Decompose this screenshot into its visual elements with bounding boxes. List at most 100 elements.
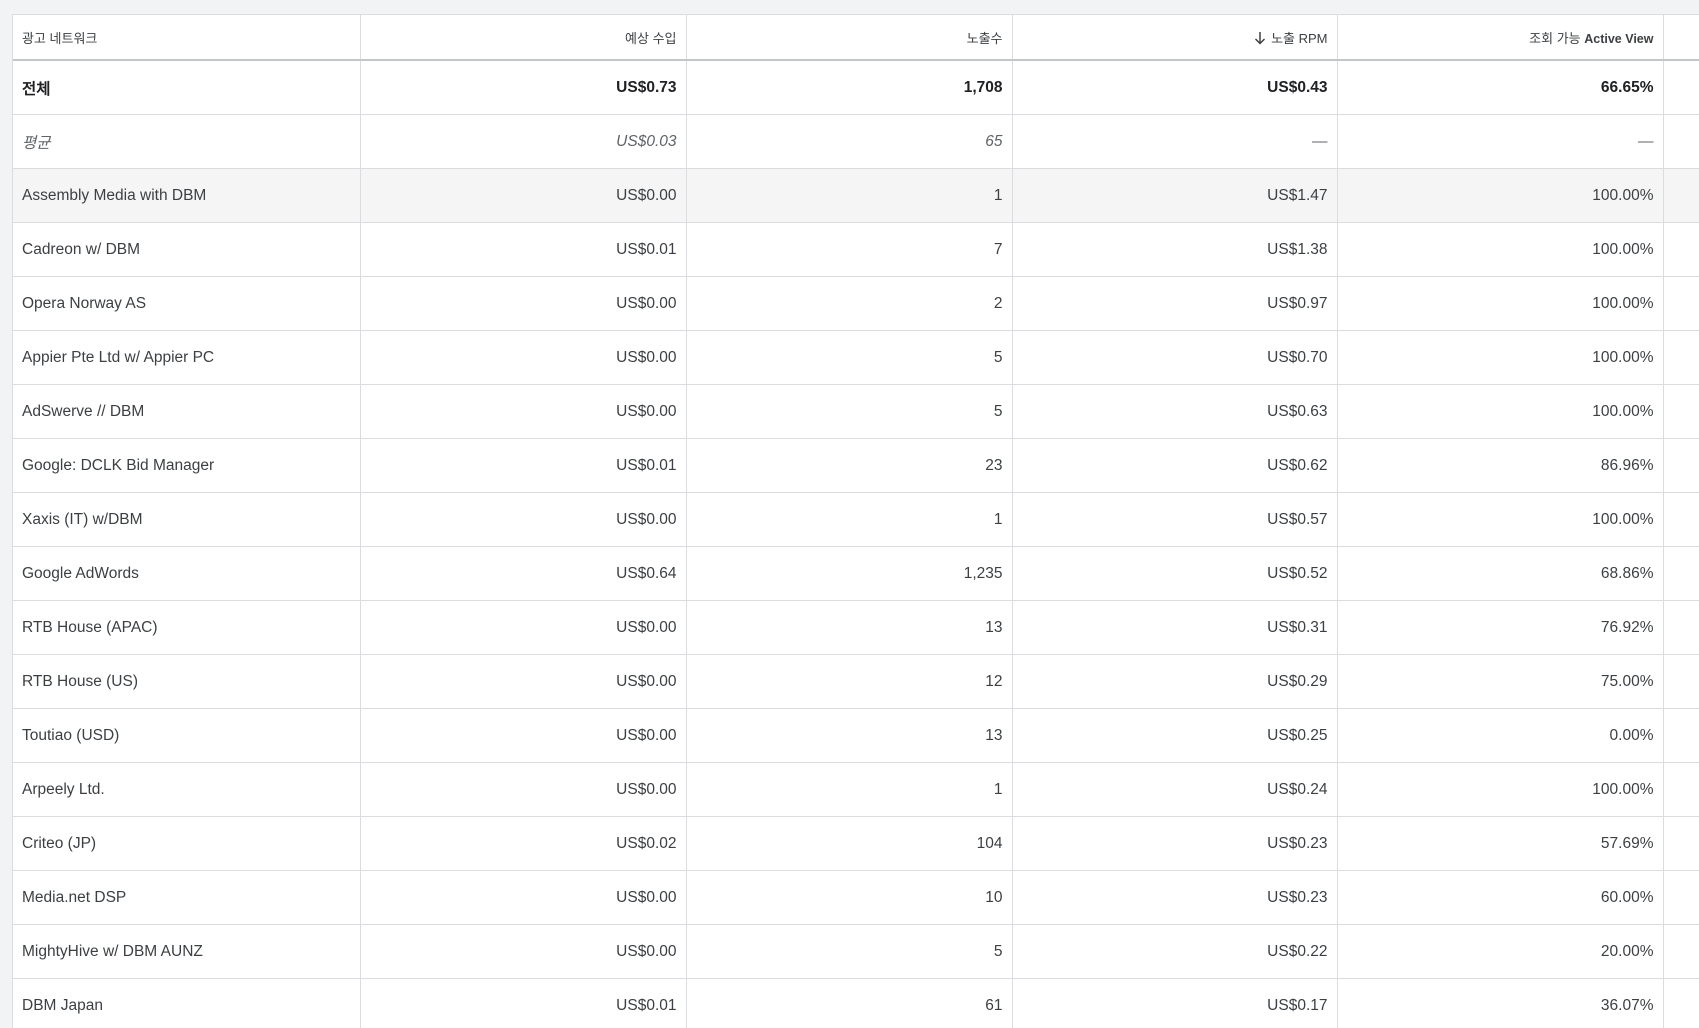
table-row[interactable]: Appier Pte Ltd w/ Appier PCUS$0.005US$0.… [13, 331, 1699, 385]
column-header-ad-network[interactable]: 광고 네트워크 [13, 15, 360, 60]
cell-impressions: 104 [686, 817, 1012, 871]
column-header-active-view-viewable[interactable]: 조회 가능 Active View [1337, 15, 1663, 60]
cell-active-view-viewable: 57.69% [1337, 817, 1663, 871]
column-header-label: 광고 네트워크 [22, 31, 97, 46]
cell-ad-network: Opera Norway AS [13, 277, 360, 331]
average-revenue: US$0.03 [360, 115, 686, 169]
overflow-cell [1663, 655, 1699, 709]
overflow-cell [1663, 601, 1699, 655]
cell-active-view-viewable: 100.00% [1337, 385, 1663, 439]
total-rpm: US$0.43 [1012, 60, 1337, 115]
cell-impressions: 23 [686, 439, 1012, 493]
cell-impression-rpm: US$0.23 [1012, 871, 1337, 925]
cell-estimated-revenue: US$0.00 [360, 493, 686, 547]
table-row[interactable]: Google: DCLK Bid ManagerUS$0.0123US$0.62… [13, 439, 1699, 493]
overflow-cell [1663, 385, 1699, 439]
column-header-label: 예상 수입 [625, 31, 676, 46]
cell-active-view-viewable: 86.96% [1337, 439, 1663, 493]
cell-estimated-revenue: US$0.00 [360, 385, 686, 439]
table-row[interactable]: AdSwerve // DBMUS$0.005US$0.63100.00% [13, 385, 1699, 439]
overflow-cell [1663, 277, 1699, 331]
cell-impression-rpm: US$0.17 [1012, 979, 1337, 1028]
column-header-impression-rpm[interactable]: 노출 RPM [1012, 15, 1337, 60]
cell-active-view-viewable: 100.00% [1337, 169, 1663, 223]
table-row[interactable]: DBM JapanUS$0.0161US$0.1736.07% [13, 979, 1699, 1028]
cell-estimated-revenue: US$0.00 [360, 925, 686, 979]
table-row[interactable]: RTB House (APAC)US$0.0013US$0.3176.92% [13, 601, 1699, 655]
cell-ad-network: Cadreon w/ DBM [13, 223, 360, 277]
overflow-cell [1663, 817, 1699, 871]
table-row[interactable]: Criteo (JP)US$0.02104US$0.2357.69% [13, 817, 1699, 871]
cell-estimated-revenue: US$0.01 [360, 223, 686, 277]
column-header-estimated-revenue[interactable]: 예상 수입 [360, 15, 686, 60]
average-impressions: 65 [686, 115, 1012, 169]
cell-ad-network: Toutiao (USD) [13, 709, 360, 763]
cell-impression-rpm: US$0.62 [1012, 439, 1337, 493]
average-label: 평균 [13, 115, 360, 169]
ad-network-report-table: 광고 네트워크 예상 수입 노출수 노출 RPM [13, 15, 1699, 1028]
cell-impressions: 1,235 [686, 547, 1012, 601]
column-header-impressions[interactable]: 노출수 [686, 15, 1012, 60]
overflow-cell [1663, 493, 1699, 547]
column-header-overflow [1663, 15, 1699, 60]
cell-impression-rpm: US$0.29 [1012, 655, 1337, 709]
cell-impressions: 61 [686, 979, 1012, 1028]
cell-impressions: 12 [686, 655, 1012, 709]
table-row[interactable]: RTB House (US)US$0.0012US$0.2975.00% [13, 655, 1699, 709]
cell-estimated-revenue: US$0.00 [360, 763, 686, 817]
cell-active-view-viewable: 100.00% [1337, 493, 1663, 547]
cell-estimated-revenue: US$0.01 [360, 439, 686, 493]
overflow-cell [1663, 871, 1699, 925]
average-rpm: — [1012, 115, 1337, 169]
table-row[interactable]: Arpeely Ltd.US$0.001US$0.24100.00% [13, 763, 1699, 817]
cell-active-view-viewable: 76.92% [1337, 601, 1663, 655]
overflow-cell [1663, 763, 1699, 817]
cell-ad-network: AdSwerve // DBM [13, 385, 360, 439]
cell-ad-network: Media.net DSP [13, 871, 360, 925]
cell-active-view-viewable: 60.00% [1337, 871, 1663, 925]
column-header-label-en: Active View [1584, 32, 1653, 46]
cell-ad-network: MightyHive w/ DBM AUNZ [13, 925, 360, 979]
cell-impressions: 1 [686, 493, 1012, 547]
table-row[interactable]: Media.net DSPUS$0.0010US$0.2360.00% [13, 871, 1699, 925]
table-row[interactable]: MightyHive w/ DBM AUNZUS$0.005US$0.2220.… [13, 925, 1699, 979]
cell-impression-rpm: US$0.31 [1012, 601, 1337, 655]
total-viewability: 66.65% [1337, 60, 1663, 115]
cell-impression-rpm: US$0.23 [1012, 817, 1337, 871]
table-header-row: 광고 네트워크 예상 수입 노출수 노출 RPM [13, 15, 1699, 60]
cell-impression-rpm: US$1.47 [1012, 169, 1337, 223]
table-row[interactable]: Assembly Media with DBMUS$0.001US$1.4710… [13, 169, 1699, 223]
table-row[interactable]: Opera Norway ASUS$0.002US$0.97100.00% [13, 277, 1699, 331]
cell-ad-network: Xaxis (IT) w/DBM [13, 493, 360, 547]
table-row[interactable]: Toutiao (USD)US$0.0013US$0.250.00% [13, 709, 1699, 763]
cell-active-view-viewable: 100.00% [1337, 331, 1663, 385]
overflow-cell [1663, 60, 1699, 115]
cell-active-view-viewable: 100.00% [1337, 277, 1663, 331]
cell-estimated-revenue: US$0.00 [360, 277, 686, 331]
cell-impressions: 5 [686, 925, 1012, 979]
total-impressions: 1,708 [686, 60, 1012, 115]
cell-estimated-revenue: US$0.00 [360, 709, 686, 763]
cell-impressions: 10 [686, 871, 1012, 925]
cell-impressions: 5 [686, 331, 1012, 385]
cell-impressions: 1 [686, 763, 1012, 817]
cell-active-view-viewable: 0.00% [1337, 709, 1663, 763]
cell-impression-rpm: US$0.52 [1012, 547, 1337, 601]
table-row[interactable]: Xaxis (IT) w/DBMUS$0.001US$0.57100.00% [13, 493, 1699, 547]
arrow-down-icon [1254, 31, 1266, 45]
overflow-cell [1663, 439, 1699, 493]
table-row[interactable]: Google AdWordsUS$0.641,235US$0.5268.86% [13, 547, 1699, 601]
cell-active-view-viewable: 36.07% [1337, 979, 1663, 1028]
cell-impression-rpm: US$0.63 [1012, 385, 1337, 439]
cell-ad-network: Appier Pte Ltd w/ Appier PC [13, 331, 360, 385]
overflow-cell [1663, 169, 1699, 223]
column-header-label: 조회 가능 [1529, 31, 1580, 46]
average-row: 평균 US$0.03 65 — — [13, 115, 1699, 169]
total-row: 전체 US$0.73 1,708 US$0.43 66.65% [13, 60, 1699, 115]
total-label: 전체 [13, 60, 360, 115]
cell-estimated-revenue: US$0.00 [360, 601, 686, 655]
cell-impression-rpm: US$0.70 [1012, 331, 1337, 385]
cell-active-view-viewable: 100.00% [1337, 763, 1663, 817]
table-row[interactable]: Cadreon w/ DBMUS$0.017US$1.38100.00% [13, 223, 1699, 277]
overflow-cell [1663, 223, 1699, 277]
